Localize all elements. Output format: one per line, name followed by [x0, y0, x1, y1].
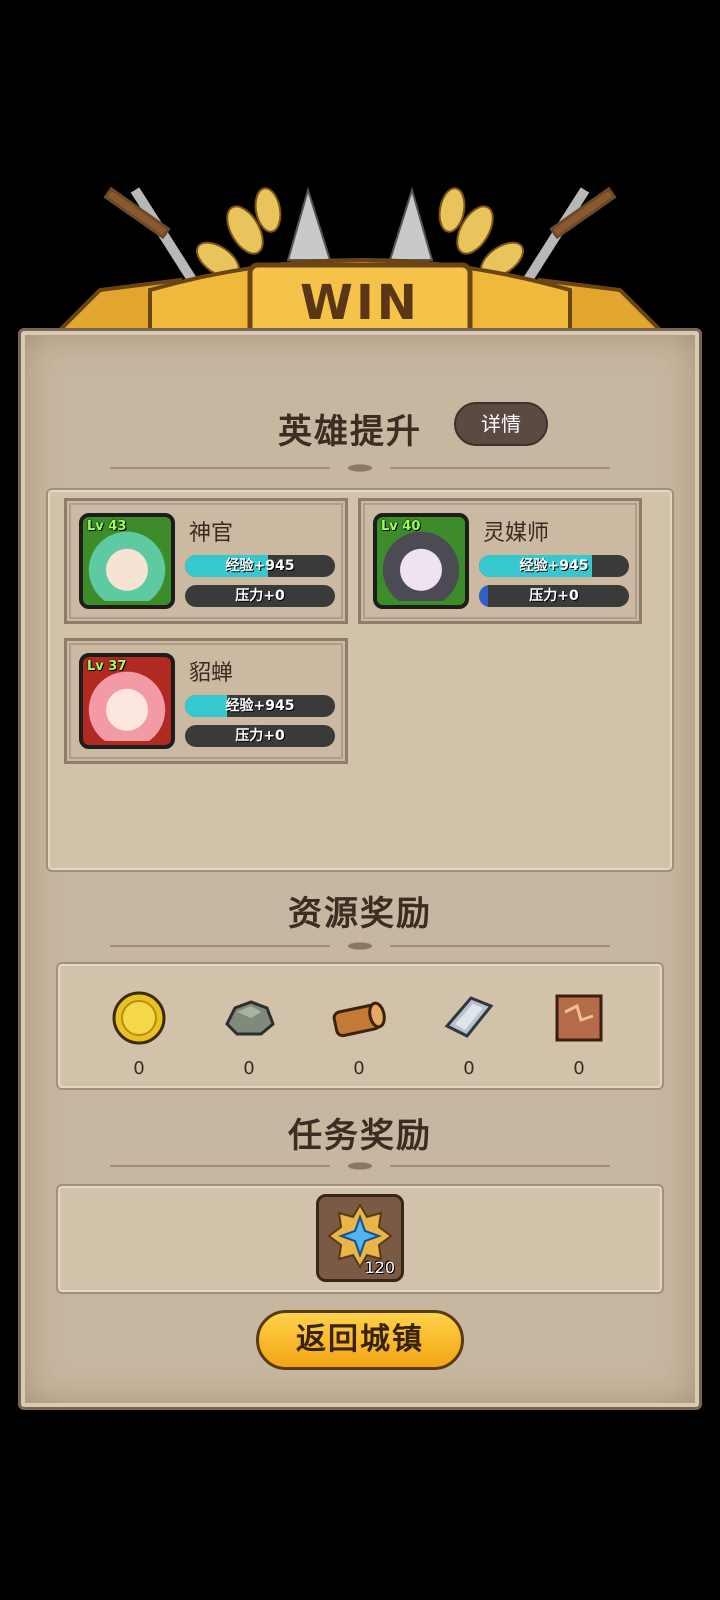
hero-card[interactable]: Lv 43 神官 经验+945 压力+0	[64, 498, 348, 624]
iron-ingot-icon	[444, 996, 494, 1038]
resource-item: 0	[544, 990, 614, 1079]
hero-level: Lv 43	[87, 519, 127, 534]
detail-button[interactable]: 详情	[454, 402, 548, 446]
quest-reward-item[interactable]: 120	[316, 1194, 404, 1282]
resource-value: 0	[243, 1058, 255, 1079]
resource-value: 0	[573, 1058, 585, 1079]
hero-portrait: Lv 40	[373, 513, 469, 609]
hero-section-title: 英雄提升	[278, 412, 422, 452]
hero-portrait: Lv 37	[79, 653, 175, 749]
stress-label: 压力+0	[235, 728, 285, 744]
resource-item: 0	[214, 990, 284, 1079]
hero-name: 灵媒师	[483, 521, 550, 546]
resource-value: 0	[353, 1058, 365, 1079]
resource-item: 0	[324, 990, 394, 1079]
quest-reward-value: 120	[364, 1258, 395, 1277]
hero-level: Lv 40	[381, 519, 421, 534]
wood-log-icon	[332, 1001, 386, 1038]
exp-bar: 经验+945	[185, 695, 335, 717]
resource-item: 0	[434, 990, 504, 1079]
hero-portrait: Lv 43	[79, 513, 175, 609]
stress-label: 压力+0	[529, 588, 579, 604]
hero-section-divider	[110, 462, 610, 474]
hero-card[interactable]: Lv 40 灵媒师 经验+945 压力+0	[358, 498, 642, 624]
quest-section-divider	[110, 1160, 610, 1172]
hero-card[interactable]: Lv 37 貂蝉 经验+945 压力+0	[64, 638, 348, 764]
banner-title: WIN	[300, 275, 420, 331]
leather-icon	[555, 994, 603, 1042]
resource-item: 0	[104, 990, 174, 1079]
gold-coin-icon	[112, 991, 166, 1045]
stress-bar: 压力+0	[185, 725, 335, 747]
stress-bar: 压力+0	[479, 585, 629, 607]
resource-section-divider	[110, 940, 610, 952]
exp-bar: 经验+945	[479, 555, 629, 577]
hero-name: 貂蝉	[189, 661, 234, 686]
exp-label: 经验+945	[225, 698, 295, 714]
resource-section-title: 资源奖励	[288, 894, 432, 934]
resource-value: 0	[133, 1058, 145, 1079]
exp-bar: 经验+945	[185, 555, 335, 577]
return-to-town-button[interactable]: 返回城镇	[256, 1310, 464, 1370]
resource-value: 0	[463, 1058, 475, 1079]
stress-label: 压力+0	[235, 588, 285, 604]
hero-name: 神官	[189, 521, 234, 546]
exp-label: 经验+945	[225, 558, 295, 574]
quest-section-title: 任务奖励	[288, 1116, 432, 1156]
stone-icon	[225, 1000, 275, 1036]
hero-level: Lv 37	[87, 659, 127, 674]
stress-bar: 压力+0	[185, 585, 335, 607]
exp-label: 经验+945	[519, 558, 589, 574]
